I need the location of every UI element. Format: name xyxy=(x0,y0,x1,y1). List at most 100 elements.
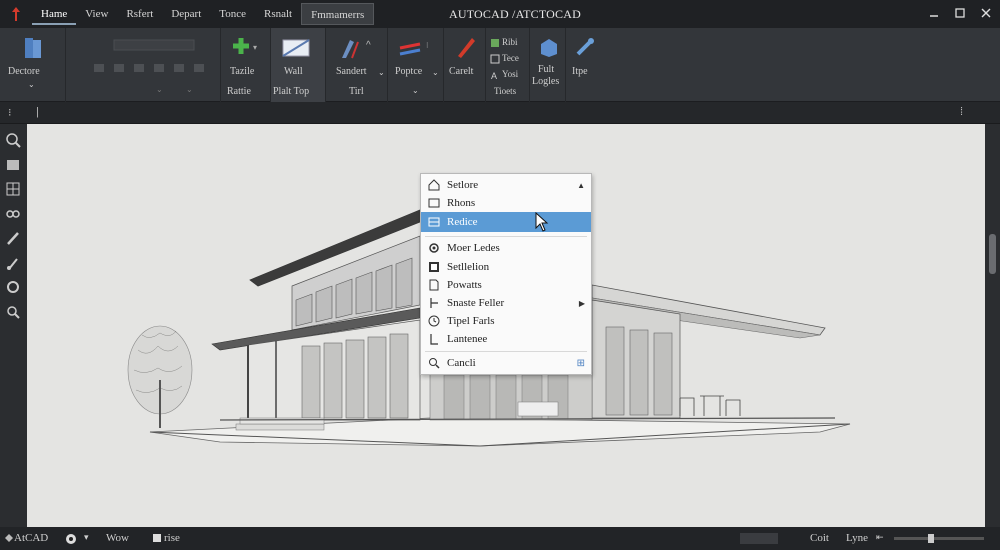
text-icon[interactable]: A xyxy=(490,70,500,80)
tab-view[interactable]: View xyxy=(76,3,117,25)
status-field[interactable] xyxy=(740,533,778,544)
add-icon[interactable]: ▾ xyxy=(231,36,261,60)
minimize-icon[interactable] xyxy=(926,4,942,22)
document-icon[interactable] xyxy=(22,36,44,60)
pencil-icon[interactable] xyxy=(454,34,478,60)
chevron-down-icon[interactable]: ⌄ xyxy=(432,68,439,77)
list-icon[interactable] xyxy=(490,54,500,64)
search-icon[interactable] xyxy=(5,304,22,321)
chevron-down-icon[interactable]: ⌄ xyxy=(412,86,419,95)
close-icon[interactable] xyxy=(978,4,994,22)
layout-icon[interactable] xyxy=(152,533,162,543)
strip-bars-icon[interactable]: ⁞ xyxy=(960,106,963,118)
menu-item-cancli[interactable]: Cancli ⊞ xyxy=(421,353,591,373)
tirl-label: Tirl xyxy=(349,86,364,97)
wrench-icon[interactable] xyxy=(574,36,596,58)
dectore-button[interactable]: Dectore xyxy=(8,66,40,77)
menu-item-label: Lantenee xyxy=(447,333,488,345)
chevron-down-icon[interactable]: ▾ xyxy=(84,532,89,543)
tece-button[interactable]: Tece xyxy=(502,53,519,63)
chevron-down-icon[interactable]: ⌄ xyxy=(28,80,35,89)
menu-item-redice[interactable]: Redice xyxy=(421,212,591,232)
menu-item-setlore[interactable]: Setlore ▲ xyxy=(421,175,591,195)
settings-icon[interactable] xyxy=(64,532,78,546)
ribbon-group-sandert: ^ Sandert ⌄ Tirl xyxy=(326,28,388,102)
arrows-icon[interactable]: ⁝ xyxy=(396,36,436,60)
bracket-icon xyxy=(427,332,441,346)
settings-icon xyxy=(427,241,441,255)
chevron-down-icon[interactable]: ⌄ xyxy=(378,68,385,77)
left-toolbar xyxy=(0,124,27,527)
maximize-icon[interactable] xyxy=(952,4,968,22)
ribi-button[interactable]: Ribi xyxy=(502,37,518,47)
rattie-label: Rattie xyxy=(227,86,251,97)
table-icon xyxy=(427,215,441,229)
wall-button[interactable]: Wall xyxy=(284,66,303,77)
ribbon-group-dectore: Dectore ⌄ xyxy=(0,28,66,102)
scrollbar-thumb[interactable] xyxy=(989,234,996,274)
svg-text:A: A xyxy=(491,71,497,80)
yosi-button[interactable]: Yosi xyxy=(502,69,518,79)
svg-text:⁝: ⁝ xyxy=(426,41,429,50)
pencil-icon[interactable] xyxy=(5,230,22,247)
status-bar: AtCAD ▾ Wow rise Coit Lyne ⇤ xyxy=(0,527,1000,550)
status-rise-button[interactable]: rise xyxy=(164,532,180,544)
ribbon-group-carelt: Carelt xyxy=(444,28,486,102)
ribbon-group-tazile: ▾ Tazile Rattie xyxy=(221,28,271,102)
ribbon-tabs: Hame View Rsfert Depart Tonce Rsnalt Fmm… xyxy=(32,0,375,28)
rotate-icon[interactable] xyxy=(5,279,22,296)
menu-item-label: Cancli xyxy=(447,357,476,369)
tree-icon xyxy=(127,325,193,428)
strip-dots-icon[interactable]: ⁝ xyxy=(8,106,12,119)
menu-item-powatts[interactable]: Powatts xyxy=(421,275,591,295)
carelt-button[interactable]: Carelt xyxy=(449,66,473,77)
fult-button[interactable]: Fult xyxy=(538,64,554,75)
disabled-tools-icon: ⌄ ⌄ xyxy=(94,39,204,94)
menu-item-label: Powatts xyxy=(447,279,482,291)
menu-item-moer-ledes[interactable]: Moer Ledes xyxy=(421,238,591,258)
menu-item-label: Rhons xyxy=(447,197,476,209)
menu-item-tipel-farls[interactable]: Tipel Farls xyxy=(421,311,591,331)
itpe-button[interactable]: Itpe xyxy=(572,66,588,77)
clock-icon xyxy=(427,314,441,328)
wall-icon[interactable] xyxy=(281,36,315,60)
poptce-button[interactable]: Poptce xyxy=(395,66,422,77)
sandert-button[interactable]: Sandert xyxy=(336,66,367,77)
tab-tonce[interactable]: Tonce xyxy=(210,3,255,25)
svg-text:▾: ▾ xyxy=(253,43,257,52)
status-view-button[interactable]: Wow xyxy=(106,532,129,544)
menu-item-label: Snaste Feller xyxy=(447,297,505,309)
cube-icon[interactable] xyxy=(538,36,560,58)
menu-item-rhons[interactable]: Rhons xyxy=(421,193,591,213)
menu-item-setllelion[interactable]: Setllelion xyxy=(421,257,591,277)
tab-rsfert[interactable]: Rsfert xyxy=(117,3,162,25)
status-app-name: AtCAD xyxy=(14,532,49,544)
tab-fmmamerrs[interactable]: Fmmamerrs xyxy=(301,3,375,25)
status-coit-button[interactable]: Coit xyxy=(810,532,829,544)
tab-home[interactable]: Hame xyxy=(32,3,77,25)
layer-icon[interactable] xyxy=(5,157,22,174)
tab-depart[interactable]: Depart xyxy=(162,3,210,25)
zoom-slider-thumb[interactable] xyxy=(928,534,934,543)
grid-icon[interactable] xyxy=(490,38,500,48)
app-logo-icon[interactable] xyxy=(0,0,32,28)
grid-icon[interactable] xyxy=(5,181,22,198)
scroll-arrow-icon[interactable]: ⇤ xyxy=(876,532,884,543)
link-icon[interactable] xyxy=(5,206,22,223)
vertical-scrollbar[interactable] xyxy=(985,124,1000,527)
menu-item-lantenee[interactable]: Lantenee xyxy=(421,329,591,349)
ribbon-group-wall: Wall Plalt Top xyxy=(271,28,326,102)
image-icon xyxy=(427,196,441,210)
zoom-icon[interactable] xyxy=(5,132,22,149)
zoom-slider[interactable] xyxy=(894,534,984,543)
status-lyne-button[interactable]: Lyne xyxy=(846,532,868,544)
title-bar: Hame View Rsfert Depart Tonce Rsnalt Fmm… xyxy=(0,0,1000,28)
svg-text:^: ^ xyxy=(366,40,371,51)
search-icon xyxy=(427,356,441,370)
pen-tool-icon[interactable]: ^ xyxy=(338,36,378,60)
tazile-button[interactable]: Tazile xyxy=(230,66,254,77)
brush-icon[interactable] xyxy=(5,255,22,272)
menu-item-snaste-feller[interactable]: Snaste Feller ▶ xyxy=(421,293,591,313)
tab-rsnalt[interactable]: Rsnalt xyxy=(255,3,301,25)
tioets-label: Tioets xyxy=(494,86,517,96)
